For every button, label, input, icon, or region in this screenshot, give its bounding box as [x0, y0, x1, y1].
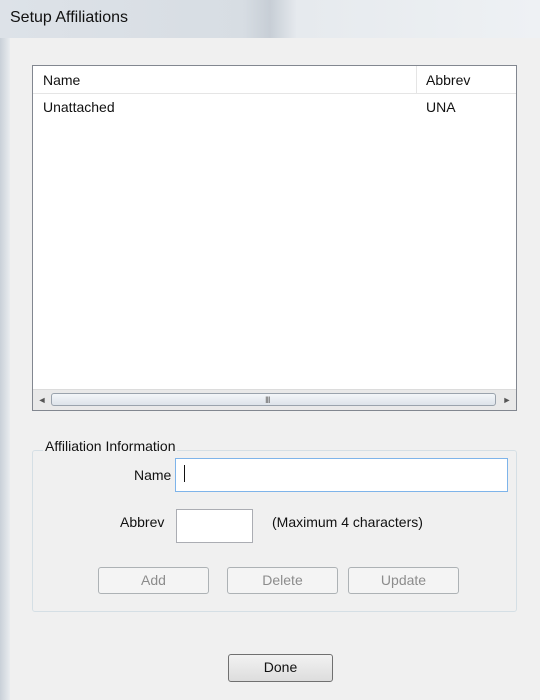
name-field[interactable] — [175, 458, 508, 492]
add-button[interactable]: Add — [98, 567, 209, 594]
name-label: Name — [134, 467, 172, 483]
dialog-body: Name Abbrev Unattached UNA ◄ III ► Affil… — [10, 38, 540, 700]
scroll-left-icon[interactable]: ◄ — [33, 390, 51, 410]
list-item[interactable]: Unattached UNA — [33, 96, 516, 118]
window-frame — [0, 38, 10, 700]
horizontal-scrollbar[interactable]: ◄ III ► — [33, 389, 516, 410]
affiliations-list[interactable]: Name Abbrev Unattached UNA ◄ III ► — [32, 65, 517, 411]
update-button[interactable]: Update — [348, 567, 459, 594]
column-separator[interactable] — [416, 66, 417, 93]
window-title: Setup Affiliations — [10, 9, 129, 26]
abbrev-label: Abbrev — [120, 514, 165, 530]
group-legend: Affiliation Information — [43, 438, 178, 454]
list-header: Name Abbrev — [33, 66, 516, 94]
list-item-name: Unattached — [43, 99, 115, 115]
column-header-name[interactable]: Name — [43, 72, 80, 88]
column-header-abbrev[interactable]: Abbrev — [426, 72, 470, 88]
grip-icon: III — [265, 395, 270, 405]
abbrev-hint: (Maximum 4 characters) — [272, 514, 423, 530]
done-button[interactable]: Done — [228, 654, 333, 682]
abbrev-field[interactable] — [176, 509, 253, 543]
scroll-right-icon[interactable]: ► — [498, 390, 516, 410]
delete-button[interactable]: Delete — [227, 567, 338, 594]
text-caret — [184, 465, 185, 482]
list-item-abbrev: UNA — [426, 99, 456, 115]
title-bar: Setup Affiliations — [0, 0, 540, 38]
scrollbar-thumb[interactable]: III — [51, 393, 496, 406]
